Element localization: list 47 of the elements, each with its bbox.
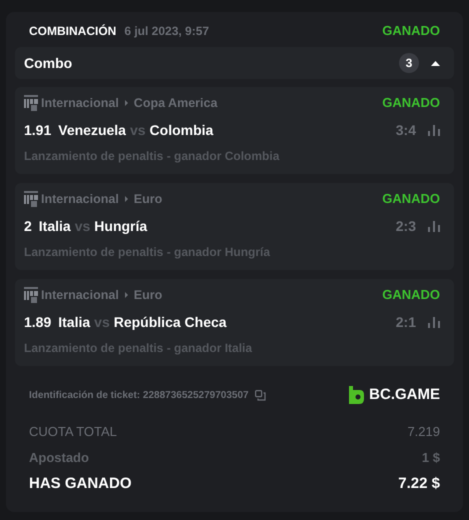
match-score: 3:4 xyxy=(396,120,416,140)
bet-date: 6 jul 2023, 9:57 xyxy=(124,23,210,40)
game-logo-icon xyxy=(24,287,38,303)
brand-name: BC.GAME xyxy=(369,384,440,405)
summary-value: 7.219 xyxy=(407,423,440,441)
summary-label: Apostado xyxy=(29,448,89,467)
summary-value: 1 $ xyxy=(422,448,440,466)
chevron-icon xyxy=(124,196,128,202)
chevron-icon xyxy=(124,292,128,298)
bet-league: Copa America xyxy=(134,94,218,112)
home-team: Italia xyxy=(58,312,90,332)
chevron-icon xyxy=(124,100,128,106)
bet-odds: 1.91 xyxy=(24,120,52,140)
bet-odds: 2 xyxy=(24,216,32,236)
combo-toggle[interactable]: Combo 3 xyxy=(15,47,454,79)
bet-type: COMBINACIÓN xyxy=(29,23,116,40)
bar-chart-icon[interactable] xyxy=(428,124,440,136)
bet-league: Euro xyxy=(134,286,162,304)
bet-category: Internacional xyxy=(41,286,119,304)
bet-league: Euro xyxy=(134,190,162,208)
game-logo-icon xyxy=(24,191,38,207)
bet-odds: 1.89 xyxy=(24,312,52,332)
summary-value: 7.22 $ xyxy=(398,474,440,494)
combo-count: 3 xyxy=(399,53,419,73)
combo-label: Combo xyxy=(24,54,72,72)
bet-status: GANADO xyxy=(382,286,440,304)
away-team: República Checa xyxy=(114,312,227,332)
bet-category: Internacional xyxy=(41,190,119,208)
summary-label: CUOTA TOTAL xyxy=(29,423,117,441)
ticket-id: Identificación de ticket: 2288736525279703507 xyxy=(29,388,249,402)
bar-chart-icon[interactable] xyxy=(428,316,440,328)
brand-logo-icon xyxy=(349,386,364,404)
bet-status: GANADO xyxy=(382,22,440,40)
home-team: Italia xyxy=(38,216,71,236)
caret-up-icon xyxy=(431,60,440,66)
bar-chart-icon[interactable] xyxy=(428,220,440,232)
home-team: Venezuela xyxy=(58,120,126,140)
match-score: 2:1 xyxy=(396,312,416,332)
away-team: Colombia xyxy=(150,120,214,140)
bet-status: GANADO xyxy=(382,94,440,112)
copy-icon[interactable] xyxy=(254,390,266,400)
away-team: Hungría xyxy=(94,216,148,236)
bet-category: Internacional xyxy=(41,94,119,112)
game-logo-icon xyxy=(24,95,38,111)
match-score: 2:3 xyxy=(396,216,416,236)
summary-label: HAS GANADO xyxy=(29,474,132,494)
bet-status: GANADO xyxy=(382,190,440,208)
